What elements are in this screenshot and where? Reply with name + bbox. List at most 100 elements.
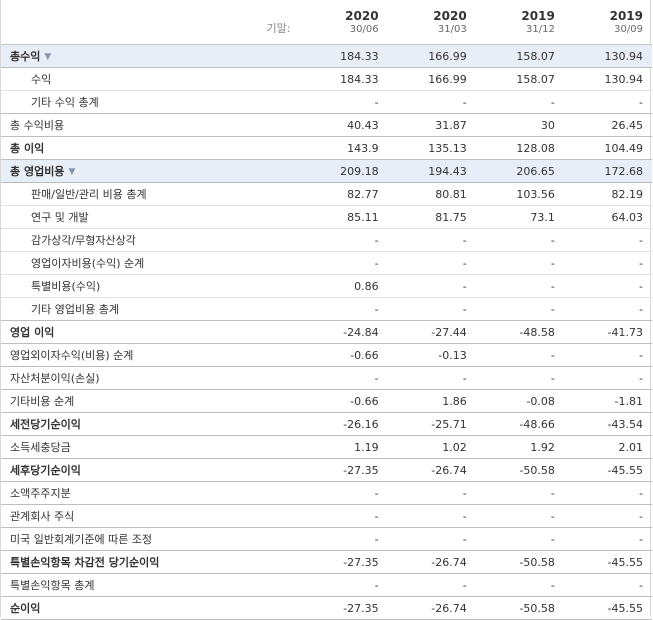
value-cell: - [387, 573, 476, 597]
chevron-down-icon[interactable]: ▼ [44, 52, 51, 62]
value-cell: - [475, 297, 564, 321]
value-cell: 40.43 [299, 113, 388, 137]
row-label: 특별비용(수익) [1, 274, 300, 298]
value-cell: - [387, 228, 476, 252]
row-label: 세후당기순이익 [1, 458, 300, 482]
column-year: 2019 [521, 9, 555, 23]
column-year: 2019 [609, 9, 643, 23]
value-cell: -43.54 [563, 412, 652, 436]
section-row-operating-expenses[interactable]: 총 영업비용 ▼ 209.18 194.43 206.65 172.68 [1, 159, 652, 183]
value-cell: - [299, 504, 388, 528]
value-cell: -26.74 [387, 458, 476, 482]
total-row: 총 이익 143.9 135.13 128.08 104.49 [1, 136, 652, 160]
value-cell: - [475, 343, 564, 367]
value-cell: - [475, 90, 564, 114]
value-cell: - [475, 573, 564, 597]
row-label: 관계회사 주식 [1, 504, 300, 528]
total-row: 순이익 -27.35 -26.74 -50.58 -45.55 [1, 596, 652, 620]
row-label: 세전당기순이익 [1, 412, 300, 436]
row-label: 영업이자비용(수익) 순계 [1, 251, 300, 275]
value-cell: - [299, 573, 388, 597]
value-cell: 0.86 [299, 274, 388, 298]
row-label: 기타 수익 총계 [1, 90, 300, 114]
table-row: 판매/일반/관리 비용 총계 82.77 80.81 103.56 82.19 [1, 182, 652, 206]
table-row: 감가상각/무형자산상각 - - - - [1, 228, 652, 252]
row-label: 총 수익비용 [1, 113, 300, 137]
table-row: 미국 일반회계기준에 따른 조정 - - - - [1, 527, 652, 551]
column-date: 31/03 [437, 24, 467, 35]
column-date: 30/09 [614, 24, 643, 35]
value-cell: -50.58 [475, 550, 564, 574]
value-cell: - [563, 297, 652, 321]
row-label: 수익 [1, 67, 300, 91]
total-row: 영업 이익 -24.84 -27.44 -48.58 -41.73 [1, 320, 652, 344]
value-cell: -0.66 [299, 343, 388, 367]
value-cell: - [563, 274, 652, 298]
section-row-total-revenue[interactable]: 총수익 ▼ 184.33 166.99 158.07 130.94 [1, 44, 652, 68]
value-cell: 82.19 [563, 182, 652, 206]
value-cell: - [387, 251, 476, 275]
value-cell: 130.94 [563, 67, 652, 91]
value-cell: -41.73 [563, 320, 652, 344]
column-header: 2019 30/09 [563, 0, 652, 45]
row-label: 소득세충당금 [1, 435, 300, 459]
value-cell: - [475, 481, 564, 505]
column-date: 30/06 [349, 24, 379, 35]
value-cell: - [475, 274, 564, 298]
value-cell: 1.92 [475, 435, 564, 459]
value-cell: - [299, 228, 388, 252]
period-label-cell: 기말: [1, 0, 300, 45]
value-cell: -26.74 [387, 550, 476, 574]
value-cell: - [563, 573, 652, 597]
value-cell: - [299, 251, 388, 275]
column-header: 2020 31/03 [387, 0, 476, 45]
value-cell: 82.77 [299, 182, 388, 206]
income-statement-panel: 기말: 2020 30/06 2020 31/03 2019 31/12 2019 30… [0, 0, 652, 620]
chevron-down-icon[interactable]: ▼ [68, 167, 75, 177]
row-label: 총수익 [10, 50, 41, 63]
value-cell: 26.45 [563, 113, 652, 137]
table-row: 영업이자비용(수익) 순계 - - - - [1, 251, 652, 275]
value-cell: 30 [475, 113, 564, 137]
value-cell: - [387, 90, 476, 114]
value-cell: 1.86 [387, 389, 476, 413]
value-cell: - [475, 527, 564, 551]
value-cell: 206.65 [475, 159, 564, 183]
table-row: 영업외이자수익(비용) 순계 -0.66 -0.13 - - [1, 343, 652, 367]
value-cell: - [387, 481, 476, 505]
table-row: 기타비용 순계 -0.66 1.86 -0.08 -1.81 [1, 389, 652, 413]
value-cell: - [563, 366, 652, 390]
value-cell: 85.11 [299, 205, 388, 229]
value-cell: -26.16 [299, 412, 388, 436]
total-row: 세후당기순이익 -27.35 -26.74 -50.58 -45.55 [1, 458, 652, 482]
value-cell: 64.03 [563, 205, 652, 229]
value-cell: 172.68 [563, 159, 652, 183]
value-cell: - [563, 481, 652, 505]
value-cell: - [299, 90, 388, 114]
row-label: 소액주주지분 [1, 481, 300, 505]
table-row: 총 수익비용 40.43 31.87 30 26.45 [1, 113, 652, 137]
value-cell: -25.71 [387, 412, 476, 436]
value-cell: - [387, 297, 476, 321]
row-label: 기타비용 순계 [1, 389, 300, 413]
row-label: 판매/일반/관리 비용 총계 [1, 182, 300, 206]
value-cell: -48.66 [475, 412, 564, 436]
value-cell: - [475, 251, 564, 275]
income-statement-table: 기말: 2020 30/06 2020 31/03 2019 31/12 2019 30… [1, 0, 652, 620]
value-cell: 135.13 [387, 136, 476, 160]
value-cell: -45.55 [563, 596, 652, 620]
column-year: 2020 [345, 9, 379, 23]
row-label: 총 영업비용 [10, 165, 65, 178]
table-row: 기타 영업비용 총계 - - - - [1, 297, 652, 321]
value-cell: -0.66 [299, 389, 388, 413]
value-cell: 104.49 [563, 136, 652, 160]
value-cell: 103.56 [475, 182, 564, 206]
row-label: 영업 이익 [1, 320, 300, 344]
value-cell: -27.35 [299, 550, 388, 574]
value-cell: 31.87 [387, 113, 476, 137]
row-label-cell: 총 영업비용 ▼ [1, 159, 300, 183]
value-cell: 80.81 [387, 182, 476, 206]
table-row: 기타 수익 총계 - - - - [1, 90, 652, 114]
column-header: 2020 30/06 [299, 0, 388, 45]
value-cell: - [475, 366, 564, 390]
